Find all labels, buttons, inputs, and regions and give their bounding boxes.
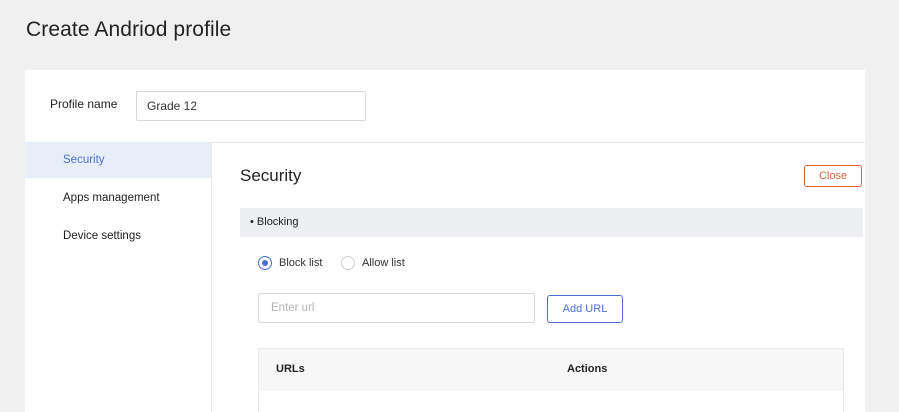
column-header-urls: URLs [276, 363, 305, 375]
url-table: URLs Actions [258, 348, 844, 412]
sidebar-item-security[interactable]: Security [25, 142, 211, 178]
blocking-section-header[interactable]: • Blocking [240, 208, 863, 237]
section-title: Security [240, 166, 302, 185]
sidebar-item-device-settings[interactable]: Device settings [25, 218, 211, 254]
sidebar-item-label: Device settings [63, 230, 141, 242]
radio-unchecked-icon [341, 256, 355, 270]
add-url-button[interactable]: Add URL [547, 295, 623, 323]
sidebar-item-label: Apps management [63, 192, 160, 204]
sidebar: Security Apps management Device settings [25, 142, 212, 412]
url-input[interactable] [258, 293, 535, 323]
table-header: URLs Actions [259, 349, 843, 390]
sidebar-item-apps-management[interactable]: Apps management [25, 180, 211, 216]
profile-name-input[interactable] [136, 91, 366, 121]
column-header-actions: Actions [567, 363, 608, 375]
page-title: Create Andriod profile [26, 18, 232, 41]
profile-name-row: Profile name [25, 70, 865, 143]
security-panel: Security Close • Blocking Block list All… [212, 142, 865, 412]
sidebar-item-label: Security [63, 154, 105, 166]
radio-checked-icon [258, 256, 272, 270]
profile-card: Profile name Security Apps management De… [25, 70, 865, 412]
profile-name-label: Profile name [50, 97, 118, 111]
radio-label: Allow list [362, 257, 405, 269]
radio-label: Block list [279, 257, 323, 269]
close-button[interactable]: Close [804, 165, 862, 187]
